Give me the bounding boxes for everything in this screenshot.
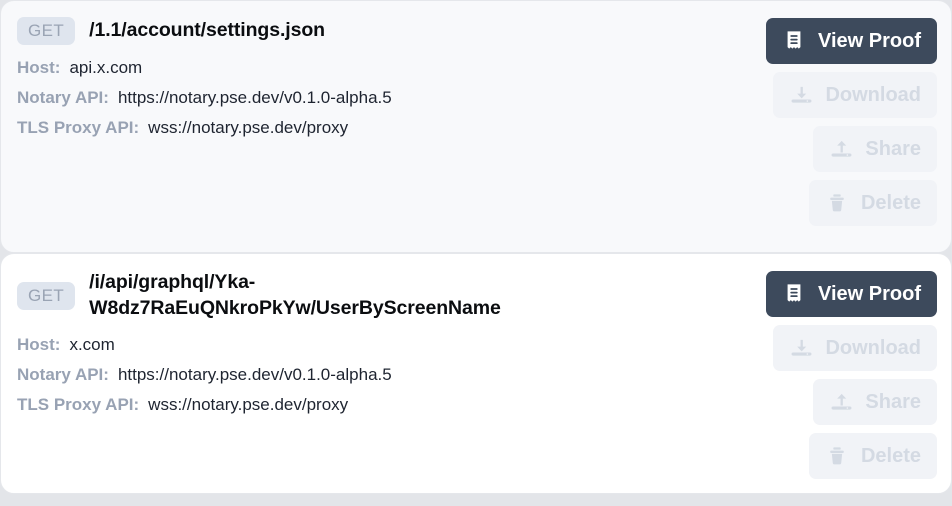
request-title-row: GET/i/api/graphql/Yka-W8dz7RaEuQNkroPkYw… xyxy=(17,270,766,322)
meta-label: Notary API: xyxy=(17,87,109,107)
meta-label: TLS Proxy API: xyxy=(17,394,140,414)
request-actions: View Proof Download Share Delete xyxy=(766,270,937,479)
trash-icon xyxy=(825,444,849,468)
http-method-badge: GET xyxy=(17,281,76,310)
button-label: View Proof xyxy=(818,283,921,305)
request-endpoint: /i/api/graphql/Yka-W8dz7RaEuQNkroPkYw/Us… xyxy=(89,271,501,319)
request-info: GET/i/api/graphql/Yka-W8dz7RaEuQNkroPkYw… xyxy=(15,270,766,417)
meta-value: api.x.com xyxy=(69,58,143,77)
view-proof-button[interactable]: View Proof xyxy=(766,271,937,317)
button-label: Share xyxy=(865,138,921,160)
request-card: GET/i/api/graphql/Yka-W8dz7RaEuQNkroPkYw… xyxy=(0,253,952,494)
request-actions: View Proof Download Share Delete xyxy=(766,17,937,226)
button-label: Share xyxy=(865,391,921,413)
receipt-icon xyxy=(782,29,806,53)
meta-label: Notary API: xyxy=(17,364,109,384)
meta-label: TLS Proxy API: xyxy=(17,117,140,137)
button-label: View Proof xyxy=(818,30,921,52)
delete-button: Delete xyxy=(808,433,937,479)
request-meta-line: Notary API: https://notary.pse.dev/v0.1.0… xyxy=(17,362,766,388)
share-button: Share xyxy=(813,126,937,172)
share-icon xyxy=(829,137,853,161)
request-meta-line: Notary API: https://notary.pse.dev/v0.1.0… xyxy=(17,85,766,111)
download-icon xyxy=(789,336,813,360)
meta-label: Host: xyxy=(17,334,61,354)
request-endpoint: /1.1/account/settings.json xyxy=(89,19,325,42)
meta-value: https://notary.pse.dev/v0.1.0-alpha.5 xyxy=(117,364,392,384)
request-meta-line: TLS Proxy API: wss://notary.pse.dev/proxy xyxy=(17,115,766,141)
meta-label: Host: xyxy=(17,58,61,77)
view-proof-button[interactable]: View Proof xyxy=(766,18,937,64)
receipt-icon xyxy=(782,282,806,306)
download-button: Download xyxy=(773,325,937,371)
meta-value: wss://notary.pse.dev/proxy xyxy=(148,394,349,414)
trash-icon xyxy=(825,191,849,215)
request-meta-line: Host: api.x.com xyxy=(17,55,766,81)
request-info: GET/1.1/account/settings.json Host: api.x.… xyxy=(15,17,766,140)
share-button: Share xyxy=(813,379,937,425)
request-meta-line: Host: x.com xyxy=(17,332,766,358)
download-icon xyxy=(789,83,813,107)
request-card: GET/1.1/account/settings.json Host: api.x.… xyxy=(0,0,952,253)
button-label: Delete xyxy=(860,445,921,467)
button-label: Download xyxy=(825,337,921,359)
share-icon xyxy=(829,390,853,414)
proof-request-list: GET/1.1/account/settings.json Host: api.x.… xyxy=(0,0,952,494)
button-label: Download xyxy=(825,84,921,106)
meta-value: wss://notary.pse.dev/proxy xyxy=(148,117,349,137)
request-title-row: GET/1.1/account/settings.json xyxy=(17,17,766,45)
button-label: Delete xyxy=(860,192,921,214)
request-meta-line: TLS Proxy API: wss://notary.pse.dev/proxy xyxy=(17,392,766,418)
delete-button: Delete xyxy=(808,180,937,226)
download-button: Download xyxy=(773,72,937,118)
meta-value: https://notary.pse.dev/v0.1.0-alpha.5 xyxy=(117,87,392,107)
meta-value: x.com xyxy=(69,334,115,354)
http-method-badge: GET xyxy=(17,17,76,45)
